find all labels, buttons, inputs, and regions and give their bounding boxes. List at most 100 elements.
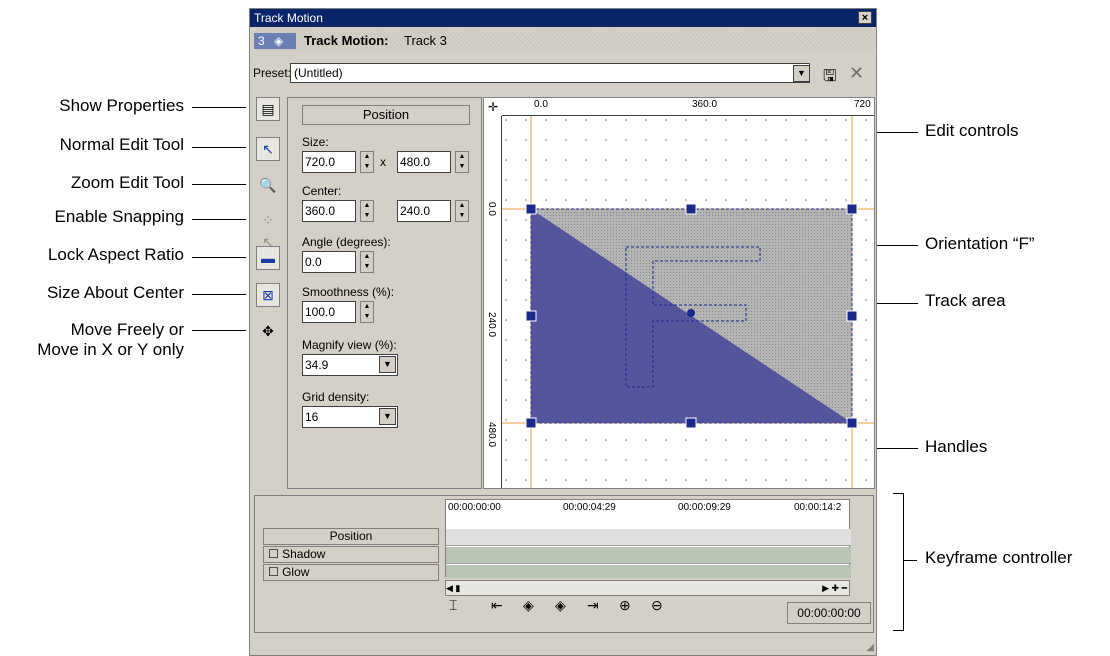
- leader-line: [192, 330, 246, 331]
- zoom-edit-tool-icon[interactable]: 🔍: [256, 173, 280, 197]
- time-label: 00:00:14:2: [794, 502, 842, 513]
- enable-snapping-icon[interactable]: ⁘↖: [256, 208, 280, 250]
- track-area-svg[interactable]: [484, 98, 875, 489]
- callout-move-xy: Move in X or Y only: [37, 340, 184, 359]
- timeline-track: [446, 565, 851, 578]
- track-label: Track Motion:: [304, 33, 389, 48]
- callout-size-about-center: Size About Center: [46, 283, 184, 302]
- center-y-spinner[interactable]: ▲ ▼: [455, 200, 469, 222]
- callout-orientation-f: Orientation “F”: [925, 234, 1035, 253]
- center-x-input[interactable]: 360.0: [302, 200, 356, 222]
- add-keyframe-icon[interactable]: ⊕: [619, 597, 631, 614]
- resize-grip-icon[interactable]: ◢: [866, 642, 874, 653]
- angle-input[interactable]: 0.0: [302, 251, 356, 273]
- grid-density-dropdown-button[interactable]: ▼: [379, 408, 396, 425]
- center-x-spinner[interactable]: ▲ ▼: [360, 200, 374, 222]
- size-height-input[interactable]: 480.0: [397, 151, 451, 173]
- callout-keyframe-controller: Keyframe controller: [925, 548, 1073, 567]
- title-bar: Track Motion ×: [250, 9, 876, 27]
- close-button[interactable]: ×: [858, 11, 872, 24]
- smoothness-label: Smoothness (%):: [302, 285, 395, 299]
- timeline-track: [446, 547, 851, 564]
- shadow-checkbox[interactable]: ☐: [268, 547, 282, 561]
- size-about-center-icon[interactable]: ⊠: [256, 283, 280, 307]
- save-preset-icon[interactable]: 🖫: [823, 65, 837, 92]
- bracket-line: [893, 493, 904, 494]
- track-motion-window: Track Motion × 3 ◈ Track Motion: Track 3…: [249, 8, 877, 656]
- magnify-label: Magnify view (%):: [302, 338, 397, 352]
- track-number-badge: 3 ◈: [254, 33, 296, 49]
- preset-label: Preset:: [253, 66, 292, 80]
- callout-move-freely: Move Freely or: [70, 320, 184, 339]
- callout-show-properties: Show Properties: [59, 96, 184, 115]
- time-label: 00:00:04:29: [563, 502, 616, 513]
- previous-keyframe-icon[interactable]: ◈: [523, 597, 534, 614]
- callout-handles: Handles: [925, 437, 988, 456]
- bracket-line: [893, 630, 904, 631]
- bracket-line: [903, 560, 917, 561]
- sync-cursor-icon[interactable]: ⌶: [449, 597, 457, 614]
- next-keyframe-icon[interactable]: ◈: [555, 597, 566, 614]
- size-x-label: x: [380, 155, 386, 169]
- show-properties-icon[interactable]: ▤: [256, 97, 280, 121]
- first-keyframe-icon[interactable]: ⇤: [491, 597, 503, 614]
- angle-label: Angle (degrees):: [302, 235, 391, 249]
- grid-density-label: Grid density:: [302, 390, 370, 404]
- keyframe-row-glow[interactable]: ☐ Glow: [263, 564, 439, 581]
- timeline-track: [446, 529, 851, 546]
- edit-controls-panel: Position Size: 720.0 ▲ ▼ x 480.0 ▲ ▼ Cente…: [287, 97, 482, 489]
- leader-line: [192, 147, 246, 148]
- delete-keyframe-icon[interactable]: ⊖: [651, 597, 663, 614]
- center-handle: [687, 309, 695, 317]
- callout-track-area: Track area: [925, 291, 1006, 310]
- track-number: 3: [258, 34, 265, 48]
- preset-select[interactable]: (Untitled): [290, 63, 810, 83]
- normal-edit-tool-icon[interactable]: ↖: [256, 137, 280, 161]
- keyframe-row-position[interactable]: Position: [263, 528, 439, 545]
- last-keyframe-icon[interactable]: ⇥: [587, 597, 599, 614]
- keyframe-timeline[interactable]: 00:00:00:00 00:00:04:29 00:00:09:29 00:0…: [445, 499, 851, 578]
- size-height-spinner[interactable]: ▲ ▼: [455, 151, 469, 173]
- keyframe-row-shadow[interactable]: ☐ Shadow: [263, 546, 439, 563]
- center-y-input[interactable]: 240.0: [397, 200, 451, 222]
- keyframe-row-label: Glow: [282, 565, 310, 579]
- keyframe-row-label: Shadow: [282, 547, 326, 561]
- size-label: Size:: [302, 135, 329, 149]
- window-title: Track Motion: [254, 11, 323, 25]
- track-canvas[interactable]: ✛ 0.0 360.0 720 0.0 240.0 480.0: [483, 97, 875, 489]
- size-width-input[interactable]: 720.0: [302, 151, 356, 173]
- leader-line: [192, 107, 246, 108]
- callout-edit-controls: Edit controls: [925, 121, 1019, 140]
- callout-enable-snapping: Enable Snapping: [54, 207, 184, 226]
- leader-line: [192, 257, 246, 258]
- track-header: 3 ◈ Track Motion: Track 3: [254, 31, 874, 51]
- angle-spinner[interactable]: ▲ ▼: [360, 251, 374, 273]
- timecode-display: 00:00:00:00: [787, 602, 871, 624]
- leader-line: [192, 184, 246, 185]
- lock-aspect-ratio-icon[interactable]: ▬: [256, 246, 280, 270]
- callout-lock-aspect-ratio: Lock Aspect Ratio: [47, 245, 184, 264]
- delete-preset-icon[interactable]: ✕: [849, 63, 864, 84]
- leader-line: [192, 219, 246, 220]
- smoothness-input[interactable]: 100.0: [302, 301, 356, 323]
- track-name: Track 3: [404, 33, 447, 48]
- track-icon: ◈: [274, 34, 284, 48]
- center-label: Center:: [302, 184, 342, 198]
- preset-value: (Untitled): [294, 66, 343, 80]
- callout-zoom-edit-tool: Zoom Edit Tool: [70, 173, 184, 192]
- size-width-spinner[interactable]: ▲ ▼: [360, 151, 374, 173]
- leader-line: [192, 294, 246, 295]
- bracket-line: [903, 493, 904, 631]
- tool-strip: ▤ ↖ 🔍 ⁘↖ ▬ ⊠ ✥: [252, 97, 286, 487]
- time-label: 00:00:09:29: [678, 502, 731, 513]
- smoothness-spinner[interactable]: ▲ ▼: [360, 301, 374, 323]
- horizontal-scrollbar[interactable]: ◀ ▮ ▶ ✚ ━: [445, 580, 850, 596]
- callout-normal-edit-tool: Normal Edit Tool: [59, 135, 184, 154]
- magnify-dropdown-button[interactable]: ▼: [379, 356, 396, 373]
- time-label: 00:00:00:00: [448, 502, 501, 513]
- preset-dropdown-button[interactable]: ▼: [793, 65, 810, 82]
- glow-checkbox[interactable]: ☐: [268, 565, 282, 579]
- position-header: Position: [302, 105, 470, 125]
- keyframe-controller: Position ☐ Shadow ☐ Glow 00:00:00:00 00:…: [254, 495, 874, 633]
- move-freely-icon[interactable]: ✥: [256, 319, 280, 343]
